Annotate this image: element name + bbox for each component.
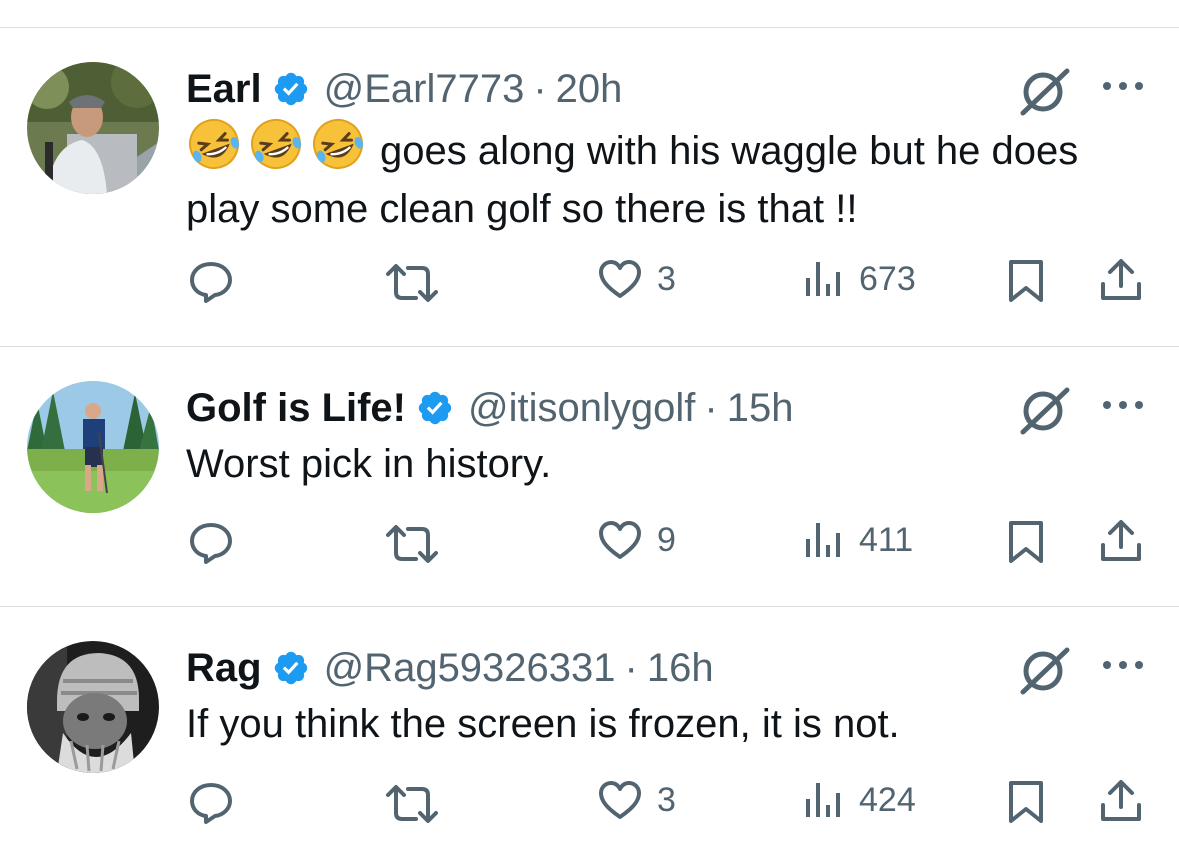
separator: · [704, 386, 718, 430]
share-icon [1101, 520, 1141, 561]
rofl-emoji [186, 116, 242, 172]
views-button[interactable]: 424 [803, 779, 916, 821]
views-button[interactable]: 673 [803, 258, 916, 300]
bookmark-icon [1009, 781, 1043, 823]
tweet-text: If you think the screen is frozen, it is… [186, 695, 1146, 753]
rofl-emoji [248, 116, 304, 172]
like-count: 9 [657, 520, 676, 559]
timestamp[interactable]: 16h [647, 643, 714, 693]
tweet-body: Worst pick in history. [186, 442, 552, 486]
bookmark-icon [1009, 260, 1043, 302]
retweet-button[interactable] [384, 783, 440, 825]
retweet-icon [386, 264, 438, 302]
grok-icon[interactable] [1015, 385, 1073, 437]
rofl-emoji [310, 116, 366, 172]
views-icon [806, 262, 840, 296]
avatar[interactable] [27, 641, 159, 773]
display-name[interactable]: Golf is Life! [186, 383, 406, 433]
grok-icon[interactable] [1015, 66, 1073, 118]
separator: · [624, 646, 638, 690]
like-icon [599, 781, 641, 819]
tweet-header: Rag @Rag59326331 · 16h [186, 643, 714, 693]
timestamp[interactable]: 20h [556, 64, 623, 114]
handle[interactable]: @Rag59326331 [324, 643, 616, 693]
reply-button[interactable] [188, 260, 234, 304]
tweet-header: Golf is Life! @itisonlygolf · 15h [186, 383, 793, 433]
verified-badge-icon [274, 651, 307, 685]
timestamp[interactable]: 15h [727, 383, 794, 433]
view-count: 673 [859, 259, 916, 298]
share-button[interactable] [1098, 256, 1144, 302]
bookmark-icon [1009, 521, 1043, 563]
grok-icon[interactable] [1015, 645, 1073, 697]
retweet-icon [386, 525, 438, 563]
views-icon [806, 523, 840, 557]
more-icon[interactable] [1101, 76, 1145, 96]
bookmark-button[interactable] [1006, 779, 1046, 825]
reply-icon [190, 262, 232, 303]
tweet-header: Earl @Earl7773 · 20h [186, 64, 622, 114]
handle[interactable]: @Earl7773 [324, 64, 525, 114]
tweet-text: Worst pick in history. [186, 435, 1146, 493]
bookmark-button[interactable] [1006, 258, 1046, 304]
verified-badge-icon [418, 391, 452, 425]
reply-button[interactable] [188, 781, 234, 825]
handle[interactable]: @itisonlygolf [468, 383, 695, 433]
bookmark-button[interactable] [1006, 519, 1046, 565]
retweet-icon [386, 785, 438, 823]
retweet-button[interactable] [384, 523, 440, 565]
more-icon[interactable] [1101, 655, 1145, 675]
tweet-body: If you think the screen is frozen, it is… [186, 702, 900, 746]
like-icon [599, 260, 641, 298]
avatar[interactable] [27, 62, 159, 194]
view-count: 411 [859, 520, 914, 559]
action-bar: 3 673 [0, 250, 1179, 310]
reply-button[interactable] [188, 521, 234, 565]
display-name[interactable]: Rag [186, 643, 262, 693]
like-count: 3 [657, 780, 676, 819]
views-icon [806, 783, 840, 817]
tweet-divider [0, 606, 1179, 607]
like-icon [599, 521, 641, 559]
view-count: 424 [859, 780, 916, 819]
action-bar: 9 411 [0, 511, 1179, 571]
display-name[interactable]: Earl [186, 64, 262, 114]
like-button[interactable]: 9 [597, 519, 676, 561]
like-button[interactable]: 3 [597, 258, 676, 300]
retweet-button[interactable] [384, 262, 440, 304]
share-icon [1101, 259, 1141, 300]
verified-badge-icon [274, 72, 307, 106]
reply-icon [190, 783, 232, 824]
action-bar: 3 424 [0, 771, 1179, 831]
tweet-divider [0, 346, 1179, 347]
share-button[interactable] [1098, 777, 1144, 823]
more-icon[interactable] [1101, 395, 1145, 415]
like-button[interactable]: 3 [597, 779, 676, 821]
reply-icon [190, 523, 232, 564]
like-count: 3 [657, 259, 676, 298]
separator: · [533, 67, 547, 111]
share-icon [1101, 780, 1141, 821]
views-button[interactable]: 411 [803, 519, 913, 561]
top-divider [0, 27, 1179, 28]
avatar[interactable] [27, 381, 159, 513]
tweet-text: goes along with his waggle but he does p… [186, 116, 1146, 238]
share-button[interactable] [1098, 517, 1144, 563]
